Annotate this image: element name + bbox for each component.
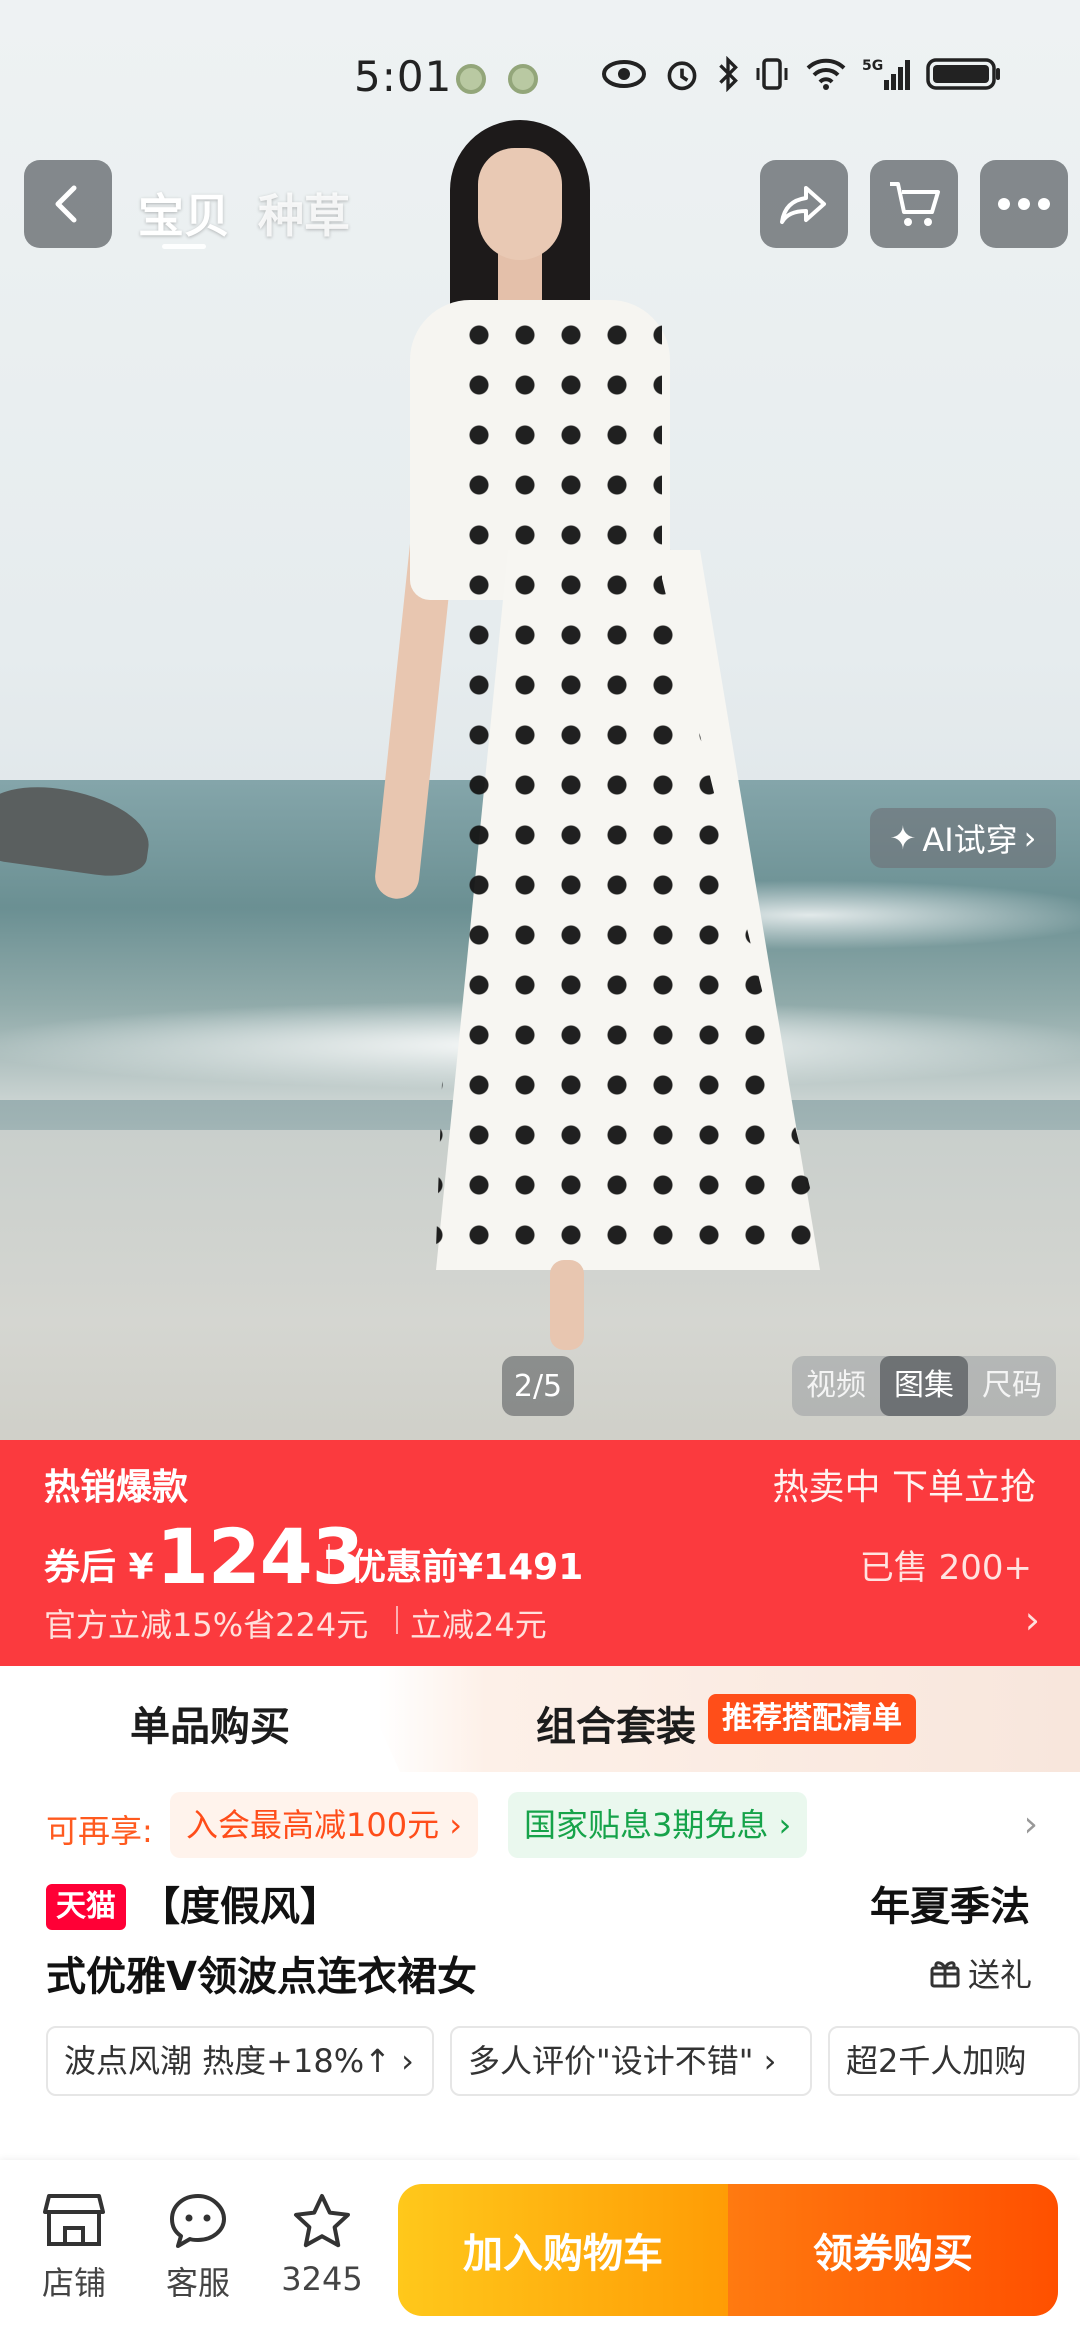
- chevron-left-icon: [55, 185, 77, 223]
- bluetooth-icon: [719, 56, 738, 92]
- product-title-start: 【度假风】: [140, 1884, 340, 1930]
- chat-icon: [170, 2194, 226, 2248]
- price: 1243: [156, 1512, 365, 1601]
- tag-cart-count[interactable]: 超2千人加购: [828, 2026, 1080, 2096]
- store-button[interactable]: 店铺: [24, 2192, 124, 2304]
- bottom-action-bar: 店铺 客服 3245 加入购物车 领券购买: [0, 2160, 1080, 2340]
- product-title-line2: 式优雅V领波点连衣裙女: [46, 1954, 477, 2000]
- tag-trend[interactable]: 波点风潮 热度+18%↑ ›: [46, 2026, 434, 2096]
- share-icon: [780, 186, 826, 224]
- cart-button[interactable]: [870, 160, 958, 248]
- sale-status: 热卖中 下单立抢: [772, 1467, 1036, 1508]
- add-to-cart-button[interactable]: 加入购物车: [398, 2184, 728, 2316]
- 5g-signal-icon: 5G: [862, 58, 910, 90]
- wifi-icon: [806, 58, 846, 90]
- sold-count: 已售 200+: [859, 1548, 1032, 1588]
- cart-icon: [890, 182, 940, 226]
- recommend-badge[interactable]: 推荐搭配清单: [708, 1694, 916, 1744]
- status-bar: 5:01 5G: [0, 0, 1080, 150]
- store-icon: [43, 2194, 105, 2246]
- deal-discount: 官方立减15%省224元: [44, 1606, 369, 1644]
- buy-with-coupon-button[interactable]: 领券购买: [728, 2184, 1058, 2316]
- price-prefix: 券后 ¥: [44, 1547, 154, 1588]
- tab-combo-set[interactable]: 组合套装: [536, 1694, 696, 1752]
- share-button[interactable]: [760, 160, 848, 248]
- battery-icon: [926, 58, 1000, 90]
- tag-review[interactable]: 多人评价"设计不错" ›: [450, 2026, 812, 2096]
- installment-chip[interactable]: 国家贴息3期免息 ›: [508, 1792, 808, 1858]
- tab-indicator: [162, 244, 206, 249]
- chevron-right-icon: ›: [1023, 819, 1037, 857]
- deal-instant: 立减24元: [410, 1606, 547, 1644]
- media-tab-gallery[interactable]: 图集: [880, 1356, 968, 1416]
- notification-icon: [456, 64, 486, 94]
- tmall-badge: 天猫: [46, 1884, 126, 1930]
- price-banner[interactable]: 热销爆款 热卖中 下单立抢 券后 ¥ 1243 优惠前¥1491 已售 200+…: [0, 1440, 1080, 1666]
- product-title-end: 年夏季法: [870, 1884, 1030, 1930]
- more-button[interactable]: [980, 160, 1068, 248]
- hot-label: 热销爆款: [44, 1467, 189, 1508]
- gift-button[interactable]: 送礼: [928, 1950, 1032, 1996]
- alarm-icon: [667, 61, 697, 91]
- model-figure: [372, 110, 880, 1350]
- chevron-right-icon: ›: [1024, 1598, 1040, 1642]
- top-tabs: 宝贝 种草: [138, 180, 350, 246]
- star-icon: [294, 2194, 350, 2248]
- tab-product[interactable]: 宝贝: [138, 180, 230, 246]
- image-counter: 2/5: [502, 1356, 574, 1416]
- notification-icon: [508, 64, 538, 94]
- purchase-mode-bar: 单品购买 组合套装 推荐搭配清单: [0, 1666, 1080, 1772]
- media-tab-video[interactable]: 视频: [792, 1356, 880, 1416]
- ai-try-on-button[interactable]: ✦ AI试穿 ›: [870, 808, 1056, 868]
- vibrate-icon: [756, 58, 788, 90]
- tab-single-purchase[interactable]: 单品购买: [130, 1694, 290, 1752]
- more-icon: [998, 198, 1050, 210]
- favorite-button[interactable]: 3245: [272, 2192, 372, 2298]
- sparkle-icon: ✦: [889, 819, 917, 857]
- benefits-label: 可再享:: [46, 1812, 153, 1850]
- gift-icon: [930, 1961, 960, 1988]
- tab-recommend[interactable]: 种草: [258, 180, 350, 246]
- back-button[interactable]: [24, 160, 112, 248]
- member-discount-chip[interactable]: 入会最高减100元 ›: [170, 1792, 479, 1858]
- status-time: 5:01: [354, 52, 453, 101]
- media-tabs: 视频 图集 尺码: [792, 1356, 1056, 1416]
- polka-dot-pattern: [435, 310, 830, 1270]
- eye-icon: [602, 60, 646, 88]
- svg-text:5G: 5G: [862, 58, 883, 74]
- product-detail-page: 5:01 5G 宝贝 种草 ✦ AI试穿 › 2/5 视频 图集 尺码 热销爆款…: [0, 0, 1080, 2340]
- media-tab-size[interactable]: 尺码: [968, 1356, 1056, 1416]
- original-price: 优惠前¥1491: [350, 1547, 584, 1588]
- chevron-right-icon[interactable]: ›: [1024, 1804, 1038, 1845]
- customer-service-button[interactable]: 客服: [148, 2192, 248, 2304]
